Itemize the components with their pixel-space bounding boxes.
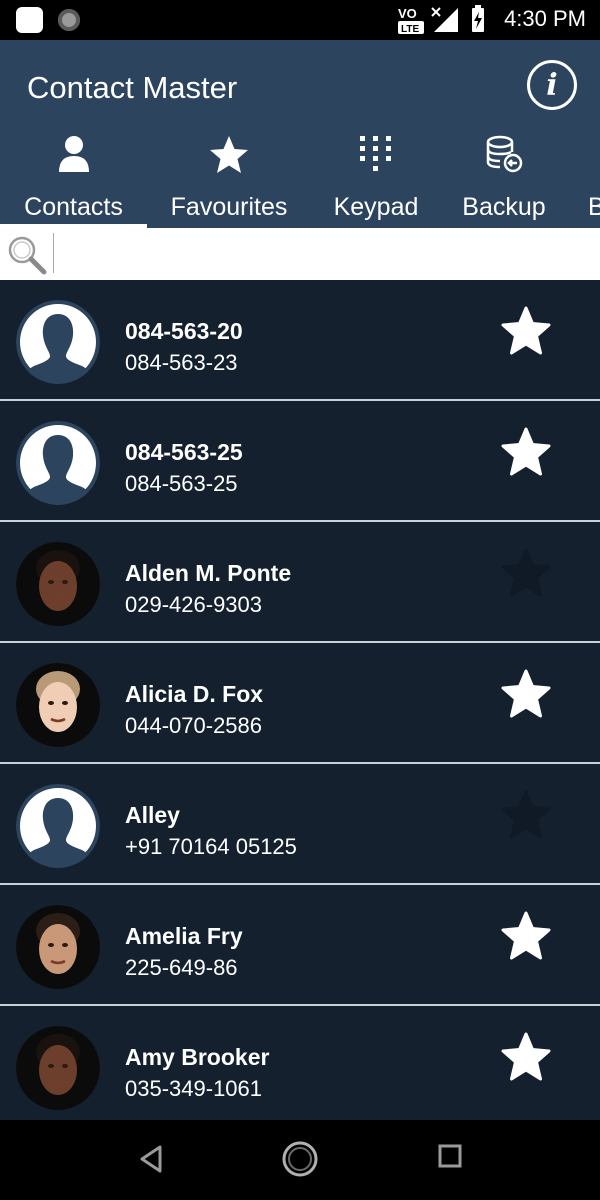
recents-icon[interactable] xyxy=(438,1144,462,1170)
contact-phone: 084-563-23 xyxy=(125,350,238,375)
contact-row[interactable]: Amelia Fry 225-649-86 xyxy=(0,885,600,1006)
contact-row[interactable]: Alley +91 70164 05125 xyxy=(0,764,600,885)
favourite-star-icon[interactable] xyxy=(500,306,552,361)
contact-row[interactable]: Amy Brooker 035-349-1061 xyxy=(0,1006,600,1125)
contact-name: Alden M. Ponte xyxy=(125,560,292,586)
tab-label: B xyxy=(588,193,600,221)
app-header: Contact Master i Contacts Favourites Key… xyxy=(0,40,600,228)
contact-photo xyxy=(16,905,100,989)
tab-backup[interactable]: Backup xyxy=(452,130,556,228)
search-bar xyxy=(0,228,600,280)
contact-name: Alicia D. Fox xyxy=(125,681,264,707)
contact-photo xyxy=(16,542,100,626)
status-bar: VO LTE 4:30 PM xyxy=(0,0,600,40)
unfavourite-star-icon[interactable] xyxy=(500,790,552,845)
tab-label: Keypad xyxy=(333,193,419,221)
contact-phone: 084-563-25 xyxy=(125,471,238,496)
text-cursor xyxy=(53,233,54,273)
tab-contacts[interactable]: Contacts xyxy=(0,130,147,228)
keypad-icon xyxy=(360,136,391,171)
home-icon[interactable] xyxy=(281,1140,319,1178)
favourite-star-icon[interactable] xyxy=(500,427,552,482)
tab-label: Contacts xyxy=(24,193,123,221)
tab-label: Favourites xyxy=(170,193,288,221)
contact-phone: +91 70164 05125 xyxy=(125,834,297,859)
unfavourite-star-icon[interactable] xyxy=(500,548,552,603)
contact-phone: 029-426-9303 xyxy=(125,592,263,617)
contact-photo xyxy=(16,1026,100,1110)
contact-name: Alley xyxy=(125,802,180,828)
tab-favourites[interactable]: Favourites xyxy=(158,130,300,228)
default-avatar-icon xyxy=(16,784,100,868)
contact-name: Amy Brooker xyxy=(125,1044,270,1070)
search-input[interactable] xyxy=(60,234,584,274)
contact-row[interactable]: 084-563-20 084-563-23 xyxy=(0,280,600,401)
gear-notification-icon xyxy=(58,9,80,31)
back-icon[interactable] xyxy=(138,1144,164,1174)
volte-icon: VO LTE xyxy=(398,6,424,35)
star-icon xyxy=(210,136,248,173)
person-icon xyxy=(58,136,89,172)
svg-text:VO: VO xyxy=(398,6,417,21)
contact-phone: 225-649-86 xyxy=(125,955,238,980)
battery-charging-icon xyxy=(472,5,484,32)
tab-keypad[interactable]: Keypad xyxy=(322,130,430,228)
tab-label: Backup xyxy=(462,193,546,221)
database-backup-icon xyxy=(486,135,523,173)
app-title: Contact Master xyxy=(27,70,238,105)
default-avatar-icon xyxy=(16,300,100,384)
contact-row[interactable]: 084-563-25 084-563-25 xyxy=(0,401,600,522)
system-status-icons: VO LTE xyxy=(398,5,484,35)
contact-name: 084-563-25 xyxy=(125,439,243,465)
favourite-star-icon[interactable] xyxy=(500,911,552,966)
favourite-star-icon[interactable] xyxy=(500,1032,552,1087)
signal-icon xyxy=(431,7,458,32)
contact-phone: 035-349-1061 xyxy=(125,1076,263,1101)
default-avatar-icon xyxy=(16,421,100,505)
contact-photo xyxy=(16,663,100,747)
contact-row[interactable]: Alden M. Ponte 029-426-9303 xyxy=(0,522,600,643)
search-icon[interactable] xyxy=(6,234,48,276)
favourite-star-icon[interactable] xyxy=(500,669,552,724)
app-notification-icon xyxy=(16,7,43,33)
clock: 4:30 PM xyxy=(504,6,586,31)
contact-row[interactable]: Alicia D. Fox 044-070-2586 xyxy=(0,643,600,764)
svg-text:LTE: LTE xyxy=(401,24,419,35)
info-icon[interactable]: i xyxy=(527,60,577,110)
contact-name: 084-563-20 xyxy=(125,318,243,344)
contact-list: 084-563-20 084-563-23 084-563-25 084-563-25… xyxy=(0,280,600,1125)
tab-overflow[interactable]: B xyxy=(588,130,600,228)
contact-phone: 044-070-2586 xyxy=(125,713,263,738)
navigation-bar xyxy=(0,1120,600,1200)
contact-name: Amelia Fry xyxy=(125,923,243,949)
